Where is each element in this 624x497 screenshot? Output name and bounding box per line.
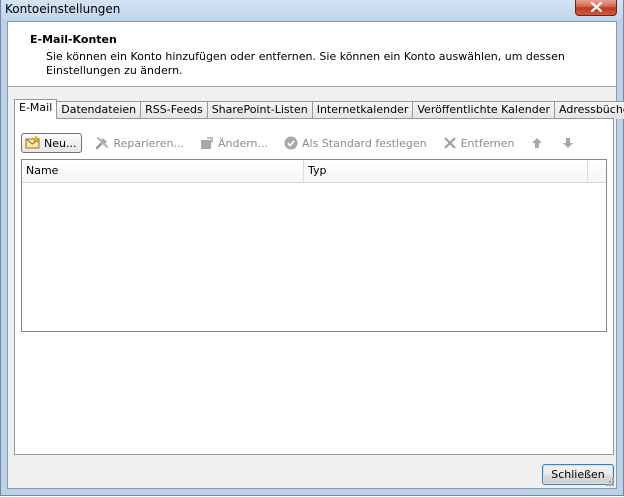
repair-button[interactable]: Reparieren... [91,133,187,153]
toolbar: Neu... Reparieren... Ändern... Als Stand… [21,133,589,153]
set-default-label: Als Standard festlegen [302,136,427,150]
tab-strip: E-Mail Datendateien RSS-Feeds SharePoint… [14,99,624,119]
tools-icon [96,137,109,150]
header-panel: E-Mail-Konten Sie können ein Konto hinzu… [8,22,616,87]
edit-account-icon [200,137,213,149]
page-title: E-Mail-Konten [30,33,117,46]
new-account-button[interactable]: Neu... [21,133,83,153]
account-settings-window: Kontoeinstellungen E-Mail-Konten Sie kön… [0,0,624,496]
page-description: Sie können ein Konto hinzufügen oder ent… [46,50,565,77]
remove-button[interactable]: Entfernen [439,133,518,153]
checkmark-circle-icon [284,136,298,150]
window-title: Kontoeinstellungen [5,2,121,16]
change-label: Ändern... [217,136,269,150]
remove-x-icon [443,137,456,149]
new-mail-icon [25,135,41,149]
close-window-button[interactable] [575,0,617,16]
remove-label: Entfernen [460,136,515,150]
column-header-name[interactable]: Name [22,160,304,182]
list-header: Name Typ [22,160,606,183]
column-header-filler [588,160,606,182]
title-bar[interactable]: Kontoeinstellungen [1,0,623,20]
arrow-up-icon [531,138,542,148]
resize-grip-icon[interactable] [604,476,614,486]
column-header-type[interactable]: Typ [304,160,588,182]
change-button[interactable]: Ändern... [196,133,271,153]
dialog-body: E-Mail-Konten Sie können ein Konto hinzu… [7,21,624,489]
tab-sharepoint-lists[interactable]: SharePoint-Listen [206,101,313,119]
move-up-button[interactable] [527,133,550,153]
accounts-list[interactable]: Name Typ [21,159,607,332]
close-icon [591,2,602,12]
repair-label: Reparieren... [113,136,184,150]
tab-address-books[interactable]: Adressbücher [554,101,624,119]
email-tab-panel: Neu... Reparieren... Ändern... Als Stand… [14,118,614,455]
tab-rss-feeds[interactable]: RSS-Feeds [140,101,208,119]
tab-internet-calendars[interactable]: Internetkalender [311,101,414,119]
tab-published-calendars[interactable]: Veröffentlichte Kalender [412,101,555,119]
tab-data-files[interactable]: Datendateien [56,101,142,119]
arrow-down-icon [562,138,573,148]
move-down-button[interactable] [558,133,581,153]
set-default-button[interactable]: Als Standard festlegen [280,133,430,153]
tab-email[interactable]: E-Mail [14,99,58,119]
new-account-label: Neu... [44,136,77,150]
